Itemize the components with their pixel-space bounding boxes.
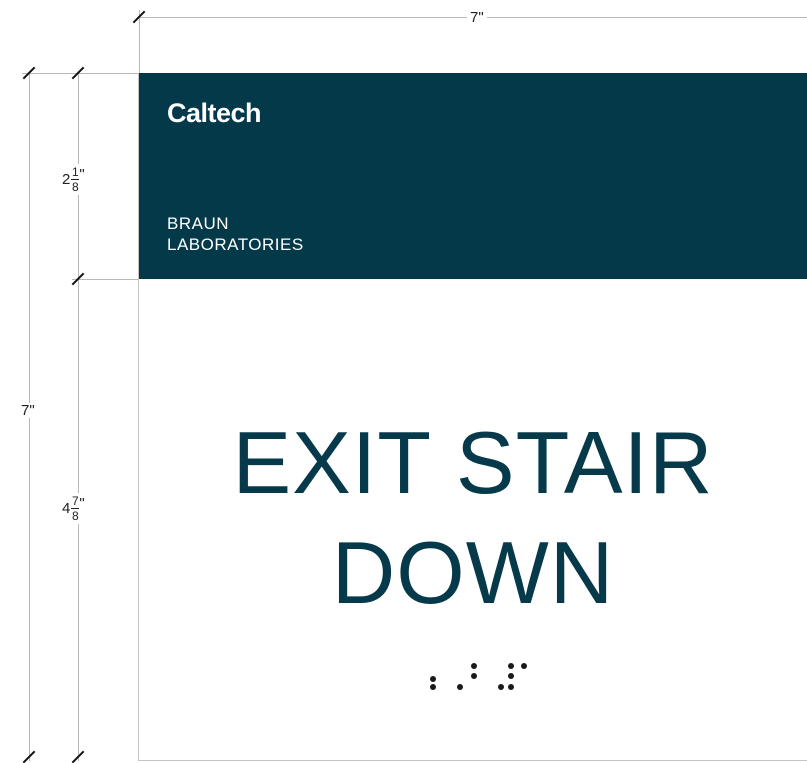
width-dimension-label: 7" <box>467 10 487 25</box>
braille-dot <box>430 676 436 682</box>
braille-dot <box>498 684 504 690</box>
body-height-denominator: 8 <box>72 509 79 523</box>
header-height-denominator: 8 <box>72 180 79 194</box>
braille-dot <box>471 673 477 679</box>
sign-message-line2: DOWN <box>331 523 615 622</box>
header-height-suffix: " <box>79 166 85 183</box>
body-height-whole: 4 <box>62 500 71 517</box>
sign-message-line1: EXIT STAIR <box>232 413 714 512</box>
building-name: BRAUN LABORATORIES <box>167 213 304 255</box>
height-dimension-label: 7" <box>18 403 38 418</box>
braille-dot <box>508 673 514 679</box>
sign-message: EXIT STAIR DOWN <box>139 408 807 628</box>
building-name-line1: BRAUN <box>167 214 230 233</box>
width-extension-line <box>139 10 140 73</box>
braille-dot <box>471 663 477 669</box>
braille-dot <box>430 684 436 690</box>
caltech-logo: Caltech <box>167 98 262 128</box>
height-extension-top <box>22 73 138 74</box>
braille-dot <box>508 684 514 690</box>
body-height-suffix: " <box>79 495 85 512</box>
header-height-numerator: 1 <box>72 165 79 179</box>
body-height-numerator: 7 <box>72 494 79 508</box>
braille-dot <box>457 684 463 690</box>
header-height-whole: 2 <box>62 171 71 188</box>
body-height-label: 4 7 8 " <box>62 493 85 524</box>
braille-dot <box>508 663 514 669</box>
building-name-line2: LABORATORIES <box>167 235 304 254</box>
header-height-label: 2 1 8 " <box>62 164 85 195</box>
braille-dot <box>521 663 527 669</box>
section-extension-middle <box>72 279 138 280</box>
